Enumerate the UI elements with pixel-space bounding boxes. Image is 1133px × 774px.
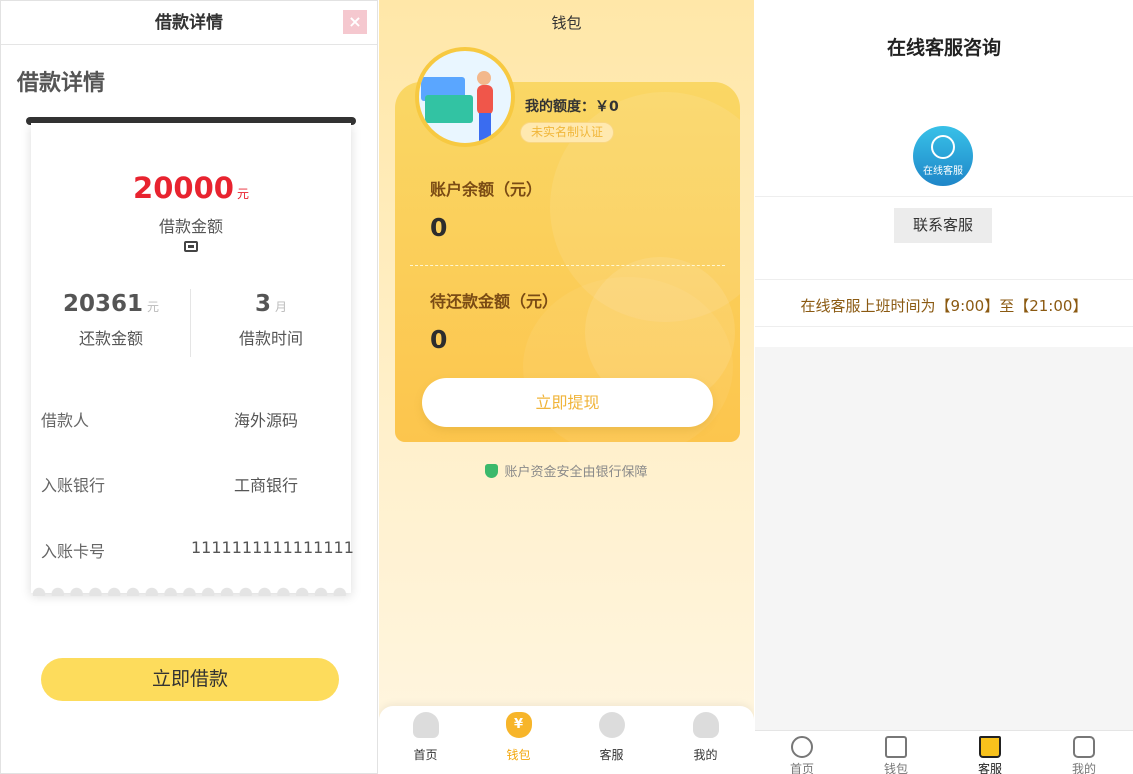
tab-label: 客服 <box>977 762 1002 774</box>
repay-amount-value: 20361 <box>62 291 143 317</box>
header-bar: 借款详情 × <box>1 1 377 45</box>
dashed-divider <box>410 265 725 266</box>
tab-service[interactable]: 客服 <box>565 712 658 763</box>
wallet-illustration <box>415 47 515 147</box>
due-value: 0 <box>430 325 448 354</box>
repay-column: 20361 元 还款金额 <box>31 291 191 349</box>
due-label: 待还款金额（元） <box>430 292 559 311</box>
ticket-icon <box>184 241 198 252</box>
home-icon <box>791 736 813 758</box>
repay-amount-unit: 元 <box>147 300 160 314</box>
tab-profile[interactable]: 我的 <box>1037 736 1131 774</box>
loan-amount-value: 20000 <box>133 171 234 205</box>
person-body-icon <box>477 85 493 115</box>
service-icon-text: 在线客服 <box>923 166 963 177</box>
apply-loan-button[interactable]: 立即借款 <box>41 658 339 701</box>
row-label: 借款人 <box>41 411 90 430</box>
term-label: 借款时间 <box>238 329 303 348</box>
service-tab-bar: 首页 钱包 客服 我的 <box>755 730 1133 774</box>
bank-row: 入账银行 工商银行 <box>41 472 341 496</box>
receipt-torn-edge <box>31 584 351 596</box>
loan-amount: 20000 元 <box>31 171 351 205</box>
divider <box>755 279 1133 280</box>
headset-icon: 在线客服 <box>913 126 973 186</box>
row-value: 1111111111111111 <box>191 538 354 557</box>
repay-amount-label: 还款金额 <box>78 329 143 348</box>
receipt-card: 20000 元 借款金额 20361 元 还款金额 3月 借款时间 借款人 海外源码… <box>31 123 354 596</box>
service-title: 在线客服咨询 <box>886 37 1001 59</box>
wallet-icon <box>885 736 907 758</box>
tab-wallet[interactable]: 钱包 <box>849 736 943 774</box>
tab-wallet[interactable]: ¥ 钱包 <box>472 712 565 763</box>
wallet-tab-bar: 首页 ¥ 钱包 客服 我的 <box>379 706 754 774</box>
withdraw-button[interactable]: 立即提现 <box>422 378 713 427</box>
term-column: 3月 借款时间 <box>191 291 351 349</box>
divider <box>755 326 1133 327</box>
service-panel: 在线客服咨询 在线客服 联系客服 在线客服上班时间为【9:00】至【21:00】… <box>755 0 1133 774</box>
shield-icon <box>485 464 499 478</box>
service-icon <box>598 712 625 738</box>
chat-bubble-icon <box>931 135 955 159</box>
person-head-icon <box>477 71 491 85</box>
safety-note: 账户资金安全由银行保障 <box>379 461 754 480</box>
tab-profile[interactable]: 我的 <box>659 712 752 763</box>
tab-label: 首页 <box>789 762 814 774</box>
person-legs-icon <box>479 113 491 143</box>
page-title: 借款详情 <box>17 71 106 96</box>
wallet-title: 钱包 <box>551 14 582 32</box>
balance-label: 账户余额（元） <box>430 180 543 199</box>
row-label: 入账银行 <box>41 476 106 495</box>
balance-value: 0 <box>430 213 448 242</box>
tab-label: 客服 <box>599 748 624 762</box>
loan-amount-unit: 元 <box>236 187 249 201</box>
borrower-row: 借款人 海外源码 <box>41 407 341 431</box>
service-content: 在线客服咨询 在线客服 联系客服 在线客服上班时间为【9:00】至【21:00】 <box>755 0 1133 347</box>
divider <box>755 196 1133 197</box>
tab-label: 钱包 <box>506 748 531 762</box>
row-value: 工商银行 <box>233 476 298 495</box>
term-value: 3 <box>254 291 271 317</box>
home-icon <box>412 712 439 738</box>
contact-service-button[interactable]: 联系客服 <box>894 208 992 243</box>
header-title: 借款详情 <box>155 13 223 33</box>
loan-amount-label: 借款金额 <box>158 217 223 236</box>
crown-icon <box>979 736 1001 758</box>
tab-service[interactable]: 客服 <box>943 736 1037 774</box>
tab-home[interactable]: 首页 <box>755 736 849 774</box>
card-number-row: 入账卡号 1111111111111111 <box>41 538 354 562</box>
verify-badge[interactable]: 未实名制认证 <box>520 122 614 143</box>
row-label: 入账卡号 <box>41 542 106 561</box>
wallet-icon: ¥ <box>505 712 532 738</box>
row-value: 海外源码 <box>233 411 298 430</box>
quota-text: 我的额度：￥0 <box>525 99 619 115</box>
profile-icon <box>1073 736 1095 758</box>
service-hours: 在线客服上班时间为【9:00】至【21:00】 <box>800 297 1088 315</box>
bank-card-icon <box>425 95 473 123</box>
profile-icon <box>692 712 719 738</box>
safety-note-text: 账户资金安全由银行保障 <box>504 465 648 480</box>
tab-label: 我的 <box>693 748 718 762</box>
tab-label: 钱包 <box>883 762 908 774</box>
term-unit: 月 <box>275 300 288 314</box>
wallet-panel: 钱包 我的额度：￥0 未实名制认证 账户余额（元） 0 待还款金额（元） 0 立… <box>379 0 754 774</box>
tab-label: 首页 <box>413 748 438 762</box>
loan-detail-panel: 借款详情 × 借款详情 20000 元 借款金额 20361 元 还款金额 3月 借… <box>0 0 378 774</box>
close-button[interactable]: × <box>343 10 367 34</box>
tab-home[interactable]: 首页 <box>379 712 472 763</box>
tab-label: 我的 <box>1071 762 1096 774</box>
